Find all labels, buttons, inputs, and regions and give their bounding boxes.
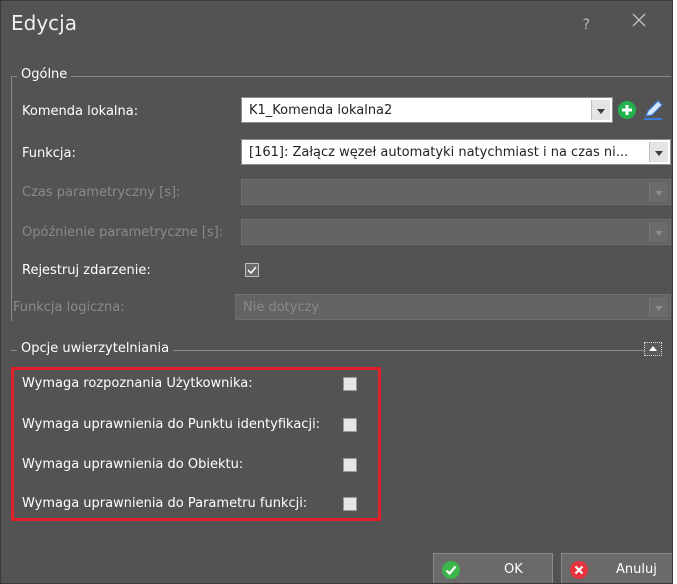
function-label: Funkcja: bbox=[22, 146, 76, 161]
param-delay-dropdown-button[interactable] bbox=[649, 222, 668, 242]
cancel-button[interactable]: Anuluj bbox=[561, 553, 672, 583]
auth-section-title: Opcje uwierzytelniania bbox=[17, 341, 174, 356]
title-bar: Edycja ? bbox=[1, 1, 672, 51]
highlight-frame bbox=[11, 367, 381, 521]
param-time-label: Czas parametryczny [s]: bbox=[22, 185, 181, 200]
log-event-label: Rejestruj zdarzenie: bbox=[22, 263, 151, 278]
pencil-icon[interactable] bbox=[641, 98, 665, 122]
plus-circle-icon[interactable] bbox=[617, 100, 637, 120]
function-value: [161]: Załącz węzeł automatyki natychmia… bbox=[249, 145, 629, 160]
x-circle-icon bbox=[570, 561, 588, 579]
cancel-label: Anuluj bbox=[616, 562, 657, 577]
param-time-dropdown-button[interactable] bbox=[649, 182, 668, 202]
logic-function-combo[interactable]: Nie dotyczy bbox=[235, 294, 671, 320]
chevron-down-icon bbox=[655, 231, 663, 236]
checkmark-icon bbox=[247, 266, 257, 275]
function-combo[interactable]: [161]: Załącz węzeł automatyki natychmia… bbox=[241, 139, 671, 165]
chevron-down-icon bbox=[655, 191, 663, 196]
close-icon[interactable] bbox=[628, 9, 650, 31]
log-event-checkbox[interactable] bbox=[245, 263, 259, 277]
ok-button[interactable]: OK bbox=[433, 553, 553, 583]
local-command-dropdown-button[interactable] bbox=[591, 100, 610, 120]
logic-function-label: Funkcja logiczna: bbox=[13, 300, 125, 315]
dialog-title: Edycja bbox=[11, 11, 77, 35]
param-delay-label: Opóźnienie parametryczne [s]: bbox=[22, 225, 224, 240]
local-command-value: K1_Komenda lokalna2 bbox=[249, 103, 393, 118]
param-time-combo[interactable] bbox=[241, 179, 671, 205]
param-delay-combo[interactable] bbox=[241, 219, 671, 245]
local-command-combo[interactable]: K1_Komenda lokalna2 bbox=[241, 97, 613, 123]
logic-function-value: Nie dotyczy bbox=[243, 300, 320, 315]
general-group-top-border bbox=[11, 76, 671, 77]
local-command-label: Komenda lokalna: bbox=[22, 104, 139, 119]
chevron-down-icon bbox=[597, 109, 605, 114]
check-circle-icon bbox=[442, 561, 460, 579]
ok-label: OK bbox=[504, 562, 523, 577]
help-button[interactable]: ? bbox=[583, 17, 590, 33]
chevron-down-icon bbox=[655, 151, 663, 156]
function-dropdown-button[interactable] bbox=[649, 142, 668, 162]
edit-dialog: Edycja ? Ogólne Komenda lokalna: K1_Kome… bbox=[0, 0, 673, 584]
logic-function-dropdown-button[interactable] bbox=[649, 297, 668, 317]
general-section-title: Ogólne bbox=[17, 67, 72, 82]
collapse-section-button[interactable] bbox=[644, 342, 662, 356]
chevron-down-icon bbox=[655, 306, 663, 311]
general-group-left-border bbox=[11, 76, 12, 321]
